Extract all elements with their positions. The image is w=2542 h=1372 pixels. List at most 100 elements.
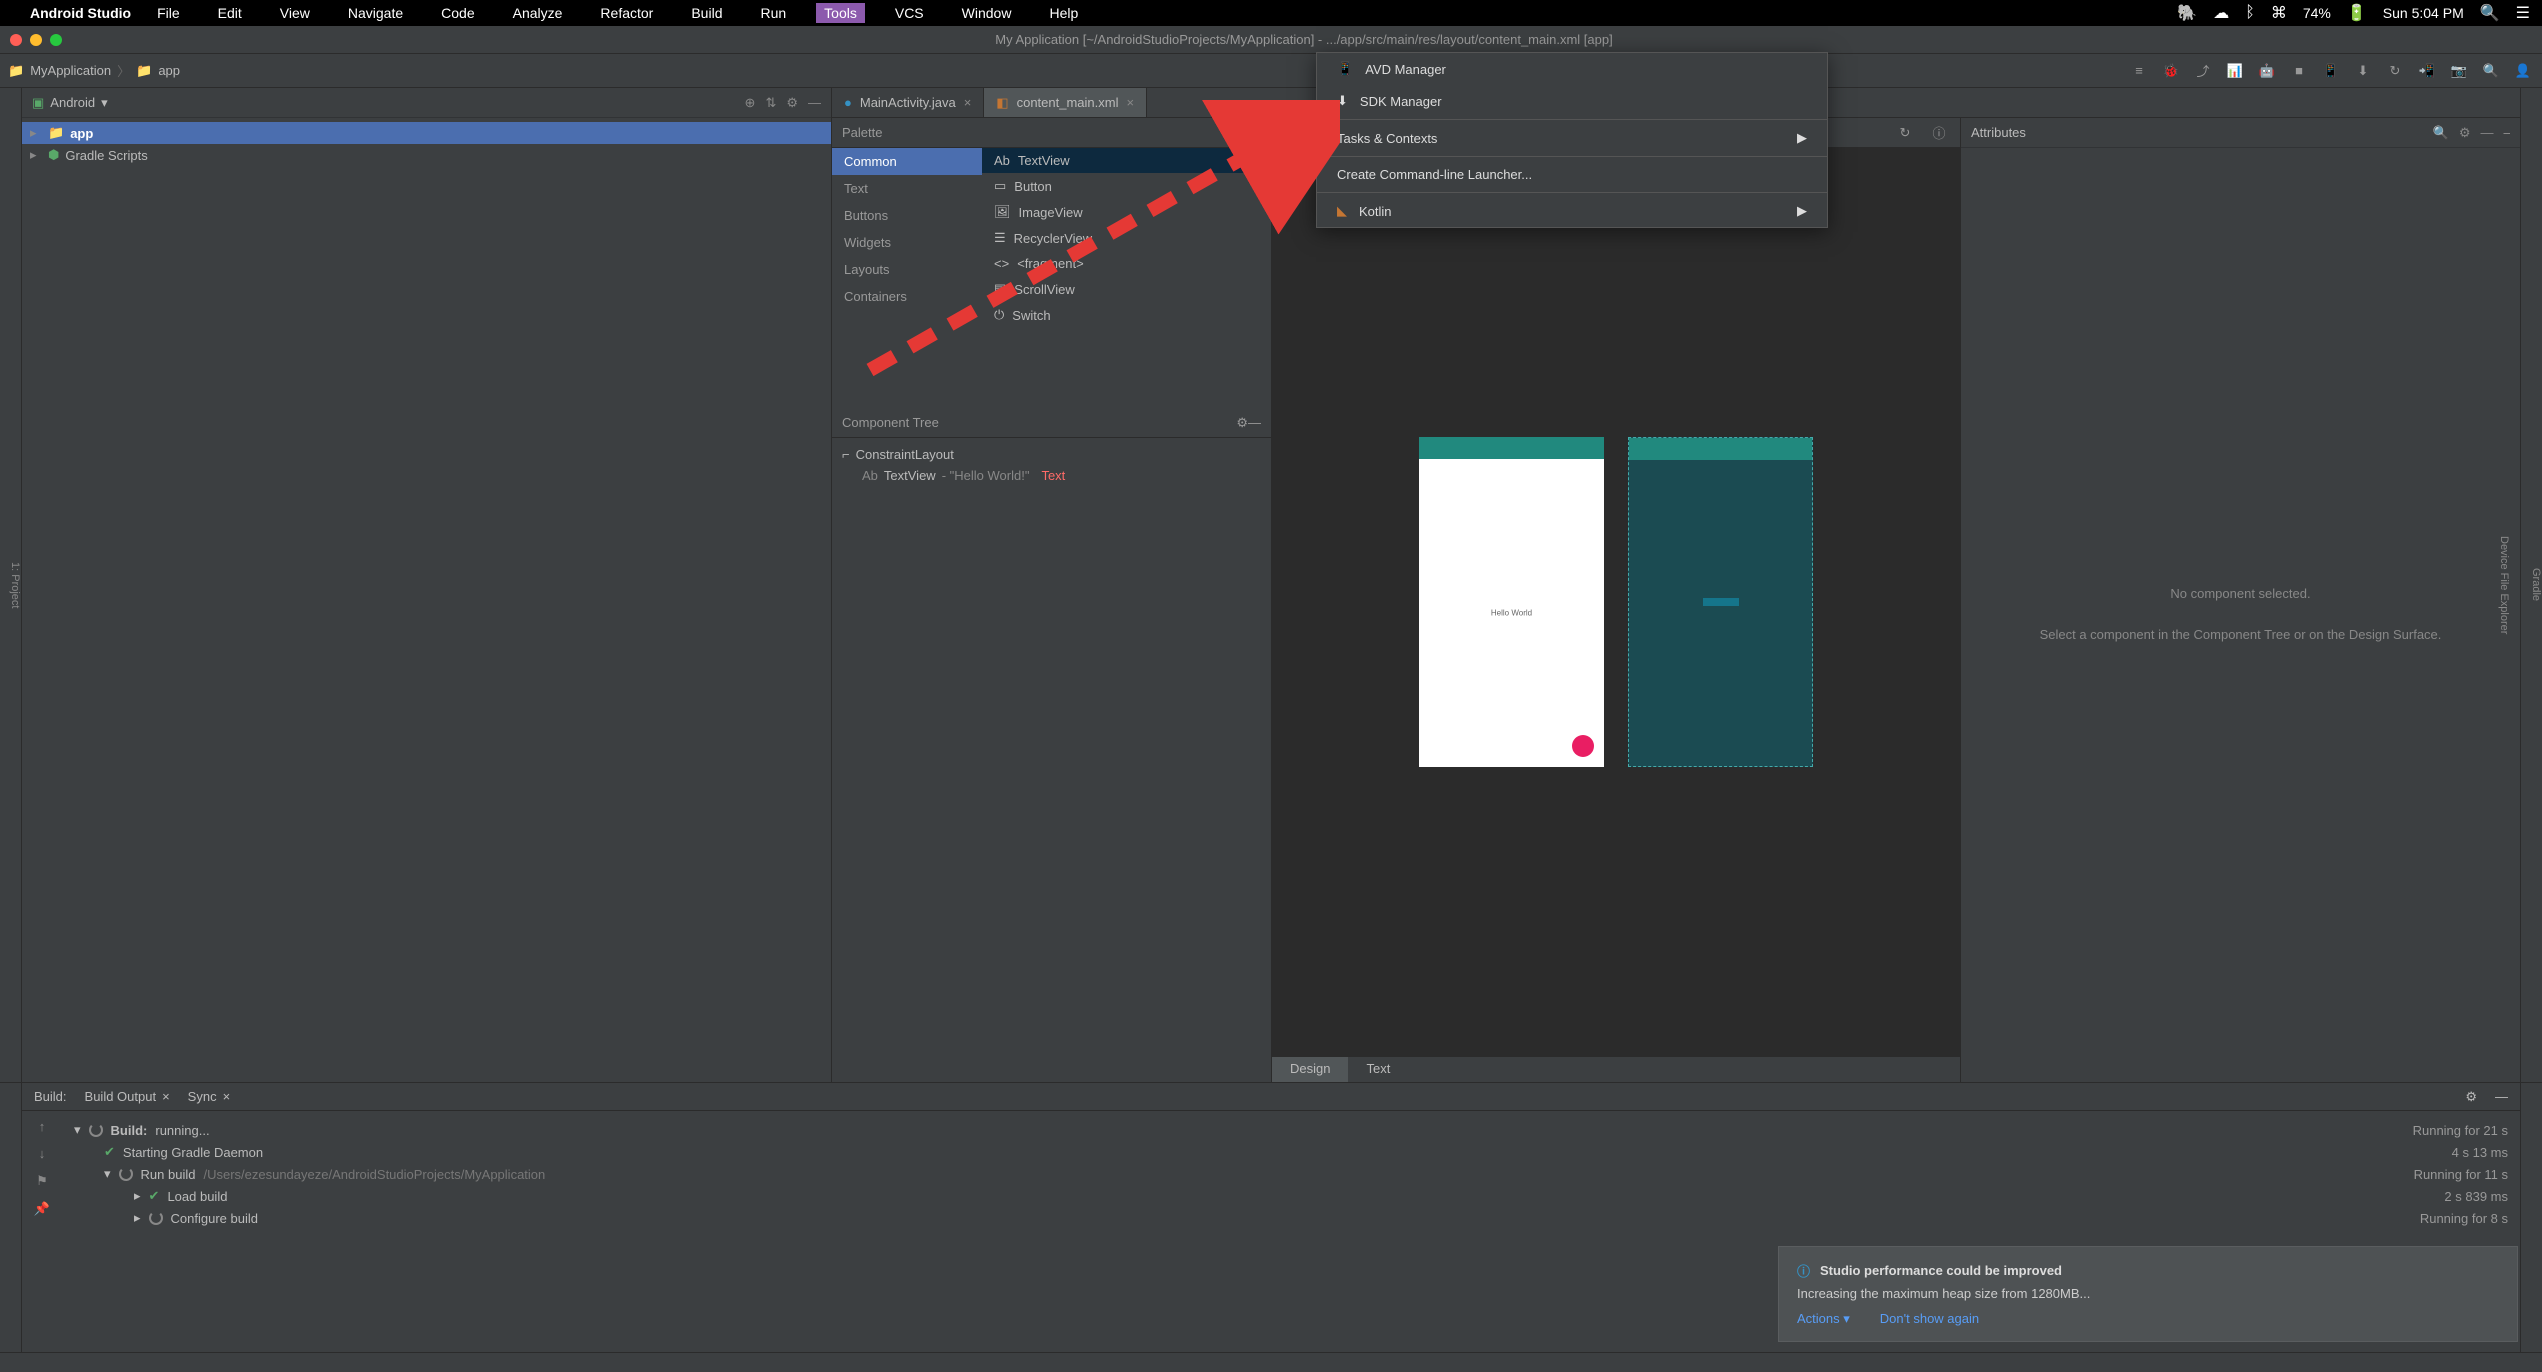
network-icon[interactable]: ⌘ <box>2271 3 2287 23</box>
battery-icon[interactable]: 🔋 <box>2347 3 2367 23</box>
rail-project[interactable]: 1: Project <box>9 562 21 608</box>
palette-cat-layouts[interactable]: Layouts <box>832 256 982 283</box>
hide-icon[interactable]: ⎯ <box>2504 125 2511 141</box>
build-row[interactable]: ▾ Build: running... Running for 21 s <box>74 1119 2508 1141</box>
tree-node-gradle[interactable]: ▸ ⬢ Gradle Scripts <box>22 144 831 166</box>
menu-icon[interactable]: ☰ <box>2516 3 2530 23</box>
tree-node-app[interactable]: ▸ 📁 app <box>22 122 831 144</box>
menu-tools[interactable]: Tools <box>816 3 865 23</box>
refresh-icon[interactable]: ↻ <box>1894 122 1916 144</box>
target-icon[interactable]: ⊕ <box>745 95 756 111</box>
clock[interactable]: Sun 5:04 PM <box>2383 5 2464 21</box>
palette-item-scrollview[interactable]: ▤ScrollView <box>982 276 1271 302</box>
select-icon[interactable]: ⬚ <box>1282 122 1304 144</box>
gear-icon[interactable]: ⚙ <box>786 95 798 111</box>
menu-cmdline-launcher[interactable]: Create Command-line Launcher... <box>1317 159 1827 190</box>
ct-node-constraintlayout[interactable]: ⌐ ConstraintLayout <box>842 444 1261 465</box>
search-icon[interactable]: 🔍 <box>2433 125 2449 141</box>
menu-navigate[interactable]: Navigate <box>340 3 411 23</box>
bluetooth-icon[interactable]: ᛒ <box>2245 4 2255 22</box>
spotlight-icon[interactable]: 🔍 <box>2480 3 2500 23</box>
build-tab-output[interactable]: Build Output × <box>85 1089 170 1104</box>
close-icon[interactable]: × <box>1126 95 1134 110</box>
down-icon[interactable]: ↓ <box>39 1146 46 1161</box>
gear-icon[interactable]: ⚙ <box>2465 1089 2477 1105</box>
palette-item-textview[interactable]: AbTextView <box>982 148 1271 173</box>
close-window-button[interactable] <box>10 34 22 46</box>
chevron-down-icon[interactable]: ▾ <box>101 95 108 111</box>
tab-design[interactable]: Design <box>1272 1057 1348 1082</box>
expand-icon[interactable]: ⇅ <box>765 95 776 111</box>
rail-gradle[interactable]: Gradle <box>2530 568 2542 601</box>
minimize-icon[interactable]: — <box>808 95 821 110</box>
menu-refactor[interactable]: Refactor <box>592 3 661 23</box>
avd-icon[interactable]: 📱 <box>2320 60 2342 82</box>
menu-view[interactable]: View <box>272 3 318 23</box>
minimize-window-button[interactable] <box>30 34 42 46</box>
menu-file[interactable]: File <box>149 3 188 23</box>
menu-help[interactable]: Help <box>1041 3 1086 23</box>
menu-sdk-manager[interactable]: ⬇ SDK Manager <box>1317 85 1827 117</box>
search-icon[interactable]: 🔍 <box>1220 125 1236 141</box>
minimize-icon[interactable]: — <box>1248 415 1261 430</box>
menu-run[interactable]: Run <box>752 3 794 23</box>
close-icon[interactable]: × <box>223 1089 231 1104</box>
gear-icon[interactable]: ⚙ <box>1236 125 1248 141</box>
sync-icon[interactable]: ↻ <box>2384 60 2406 82</box>
close-icon[interactable]: × <box>162 1089 170 1104</box>
notification-actions-link[interactable]: Actions ▾ <box>1797 1311 1850 1327</box>
cloud-icon[interactable]: ☁ <box>2213 3 2229 23</box>
project-view-label[interactable]: Android <box>50 95 95 110</box>
build-tab-sync[interactable]: Sync × <box>188 1089 231 1104</box>
editor-tab-mainactivity[interactable]: ● MainActivity.java × <box>832 88 984 117</box>
breadcrumb-leaf[interactable]: app <box>158 63 180 78</box>
build-row[interactable]: ▸ Configure build Running for 8 s <box>74 1207 2508 1229</box>
stop-icon[interactable]: ■ <box>2288 60 2310 82</box>
palette-cat-containers[interactable]: Containers <box>832 283 982 310</box>
ct-node-textview[interactable]: Ab TextView - "Hello World!" Text <box>842 465 1261 486</box>
palette-cat-text[interactable]: Text <box>832 175 982 202</box>
user-icon[interactable]: 👤 <box>2512 60 2534 82</box>
palette-item-switch[interactable]: ⏻Switch <box>982 302 1271 328</box>
editor-tab-contentmain[interactable]: ◧ content_main.xml × <box>984 88 1147 117</box>
menu-build[interactable]: Build <box>683 3 730 23</box>
menu-avd-manager[interactable]: 📱 AVD Manager <box>1317 53 1827 85</box>
build-row[interactable]: ▸ ✔ Load build 2 s 839 ms <box>74 1185 2508 1207</box>
search-icon[interactable]: 🔍 <box>2480 60 2502 82</box>
close-icon[interactable]: × <box>964 95 972 110</box>
sdk-icon[interactable]: ⬇ <box>2352 60 2374 82</box>
breadcrumb-root[interactable]: MyApplication <box>30 63 111 78</box>
palette-cat-common[interactable]: Common <box>832 148 982 175</box>
profiler-icon[interactable]: 📊 <box>2224 60 2246 82</box>
bug-icon[interactable]: 🐞 <box>2160 60 2182 82</box>
design-canvas[interactable]: Hello World <box>1272 148 1960 1056</box>
palette-cat-widgets[interactable]: Widgets <box>832 229 982 256</box>
palette-cat-buttons[interactable]: Buttons <box>832 202 982 229</box>
menu-code[interactable]: Code <box>433 3 482 23</box>
menu-edit[interactable]: Edit <box>210 3 250 23</box>
gear-icon[interactable]: ⚙ <box>1236 415 1248 431</box>
maximize-window-button[interactable] <box>50 34 62 46</box>
menu-tasks-contexts[interactable]: Tasks & Contexts ▶ <box>1317 122 1827 154</box>
arrow-icon[interactable]: ⤴ <box>2192 60 2214 82</box>
palette-item-imageview[interactable]: 🖼ImageView <box>982 199 1271 225</box>
capture-icon[interactable]: 📷 <box>2448 60 2470 82</box>
palette-item-fragment[interactable]: <><fragment> <box>982 251 1271 276</box>
minimize-icon[interactable]: — <box>2481 125 2494 140</box>
build-row[interactable]: ▾ Run build /Users/ezesundayeze/AndroidS… <box>74 1163 2508 1185</box>
menu-analyze[interactable]: Analyze <box>505 3 571 23</box>
rail-device-file-explorer[interactable]: Device File Explorer <box>2498 536 2510 634</box>
device-preview[interactable]: Hello World <box>1419 437 1604 767</box>
indent-icon[interactable]: ≡ <box>2128 60 2150 82</box>
pin-icon[interactable]: 📌 <box>34 1201 50 1217</box>
minimize-icon[interactable]: — <box>1248 125 1261 140</box>
android-icon[interactable]: 🤖 <box>2256 60 2278 82</box>
up-icon[interactable]: ↑ <box>39 1119 46 1134</box>
filter-icon[interactable]: ⚑ <box>36 1173 48 1189</box>
gear-icon[interactable]: ⚙ <box>2459 125 2471 141</box>
menu-kotlin[interactable]: ◣ Kotlin ▶ <box>1317 195 1827 227</box>
blueprint-preview[interactable] <box>1628 437 1813 767</box>
build-row[interactable]: ✔ Starting Gradle Daemon 4 s 13 ms <box>74 1141 2508 1163</box>
palette-item-button[interactable]: ▭Button <box>982 173 1271 199</box>
menu-window[interactable]: Window <box>954 3 1020 23</box>
